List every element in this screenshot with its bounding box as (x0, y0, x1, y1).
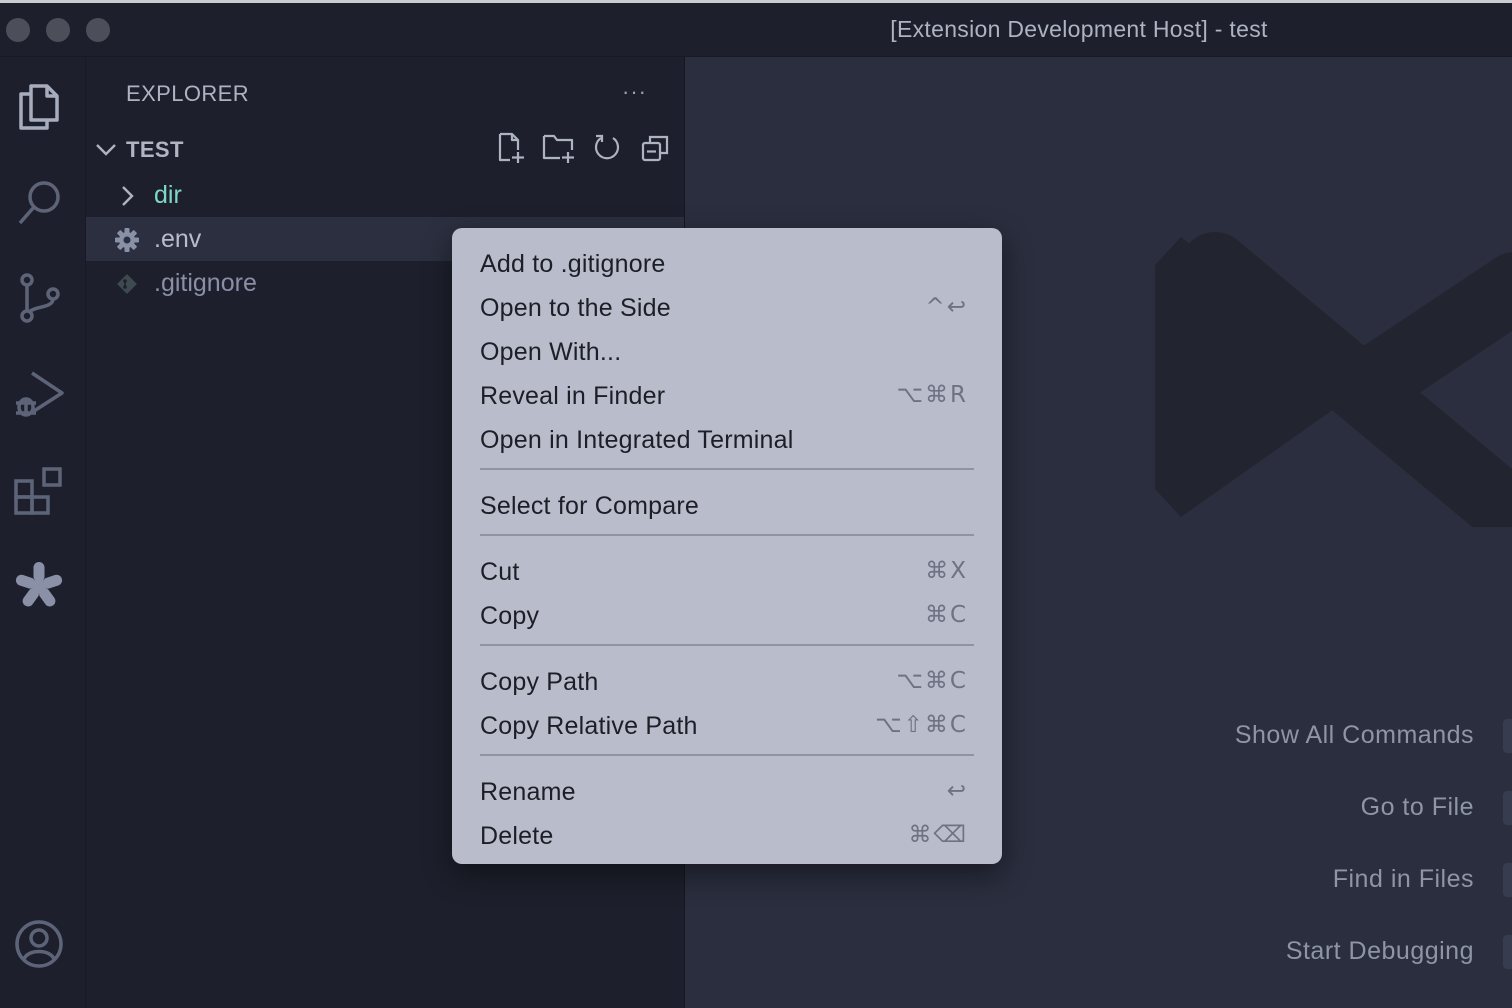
tree-item-label: .gitignore (154, 269, 257, 297)
menu-item-copy-path[interactable]: Copy Path ⌥⌘C (480, 660, 974, 704)
menu-separator (480, 534, 974, 536)
activity-custom[interactable] (10, 557, 68, 615)
title-bar: [Extension Development Host] - test (0, 0, 1512, 57)
source-control-icon (15, 272, 63, 324)
activity-accounts[interactable] (10, 915, 68, 973)
menu-item-open-in-terminal[interactable]: Open in Integrated Terminal (480, 418, 974, 462)
menu-item-cut[interactable]: Cut ⌘X (480, 550, 974, 594)
refresh-icon (592, 133, 622, 168)
start-debugging-hint: Start Debugging (1285, 937, 1474, 965)
menu-item-shortcut: ^↩ (925, 294, 968, 320)
git-file-icon (114, 271, 140, 297)
menu-item-shortcut: ⌥⇧⌘C (875, 712, 968, 738)
more-actions-button[interactable]: ··· (622, 79, 647, 105)
new-folder-button[interactable] (542, 131, 576, 169)
collapse-all-icon (641, 134, 669, 167)
menu-item-shortcut: ⌘⌫ (908, 822, 968, 848)
keycap (1503, 791, 1512, 825)
new-folder-icon (542, 132, 576, 169)
menu-item-label: Delete (480, 822, 554, 850)
run-debug-icon (12, 367, 66, 421)
menu-item-label: Open to the Side (480, 294, 671, 322)
chevron-down-icon (94, 137, 118, 166)
activity-bar (0, 57, 86, 1008)
tree-item-label: dir (154, 181, 182, 209)
refresh-explorer-button[interactable] (590, 131, 624, 169)
asterisk-icon (12, 559, 66, 613)
search-icon (14, 177, 64, 227)
menu-item-reveal-in-finder[interactable]: Reveal in Finder ⌥⌘R (480, 374, 974, 418)
activity-run-debug[interactable] (10, 365, 68, 423)
menu-item-label: Add to .gitignore (480, 250, 666, 278)
menu-item-shortcut: ↩ (946, 778, 968, 804)
workspace-name: TEST (126, 137, 184, 162)
activity-search[interactable] (10, 173, 68, 231)
menu-item-select-for-compare[interactable]: Select for Compare (480, 484, 974, 528)
menu-item-copy-relative-path[interactable]: Copy Relative Path ⌥⇧⌘C (480, 704, 974, 748)
extensions-icon (12, 463, 66, 517)
keycap (1503, 719, 1512, 753)
chevron-right-icon (114, 183, 140, 209)
tree-item-dir[interactable]: dir (86, 173, 684, 217)
menu-item-label: Copy (480, 602, 540, 630)
menu-item-label: Copy Path (480, 668, 599, 696)
menu-item-shortcut: ⌘C (924, 602, 968, 628)
workspace-section-header[interactable]: TEST (86, 131, 684, 169)
menu-separator (480, 468, 974, 470)
activity-explorer[interactable] (10, 77, 68, 135)
files-icon (15, 80, 63, 132)
keycap (1503, 935, 1512, 969)
tree-item-label: .env (154, 225, 202, 253)
vscode-logo-watermark (1155, 227, 1512, 552)
menu-item-add-to-gitignore[interactable]: Add to .gitignore (480, 242, 974, 286)
collapse-folders-button[interactable] (638, 131, 672, 169)
menu-item-label: Copy Relative Path (480, 712, 698, 740)
menu-item-delete[interactable]: Delete ⌘⌫ (480, 814, 974, 858)
menu-item-label: Open in Integrated Terminal (480, 426, 794, 454)
menu-item-shortcut: ⌥⌘C (896, 668, 968, 694)
account-icon (13, 918, 65, 970)
menu-item-shortcut: ⌥⌘R (896, 382, 968, 408)
menu-item-shortcut: ⌘X (925, 558, 968, 584)
context-menu: Add to .gitignore Open to the Side ^↩ Op… (452, 228, 1002, 864)
activity-source-control[interactable] (10, 269, 68, 327)
menu-separator (480, 754, 974, 756)
menu-item-label: Rename (480, 778, 576, 806)
menu-item-rename[interactable]: Rename ↩ (480, 770, 974, 814)
new-file-button[interactable] (494, 131, 528, 169)
menu-separator (480, 644, 974, 646)
menu-item-label: Open With... (480, 338, 622, 366)
menu-item-copy[interactable]: Copy ⌘C (480, 594, 974, 638)
menu-item-label: Cut (480, 558, 520, 586)
sidebar-title: EXPLORER (126, 81, 250, 106)
new-file-icon (496, 132, 526, 169)
menu-item-label: Reveal in Finder (480, 382, 666, 410)
screen-edge (0, 0, 1512, 3)
gear-icon (114, 227, 140, 253)
activity-extensions[interactable] (10, 461, 68, 519)
go-to-file-hint: Go to File (1360, 793, 1474, 821)
find-in-files-hint: Find in Files (1332, 865, 1474, 893)
menu-item-open-to-side[interactable]: Open to the Side ^↩ (480, 286, 974, 330)
window-title: [Extension Development Host] - test (890, 16, 1268, 42)
keycap (1503, 863, 1512, 897)
show-all-commands-hint: Show All Commands (1234, 721, 1474, 749)
menu-item-label: Select for Compare (480, 492, 699, 520)
menu-item-open-with[interactable]: Open With... (480, 330, 974, 374)
